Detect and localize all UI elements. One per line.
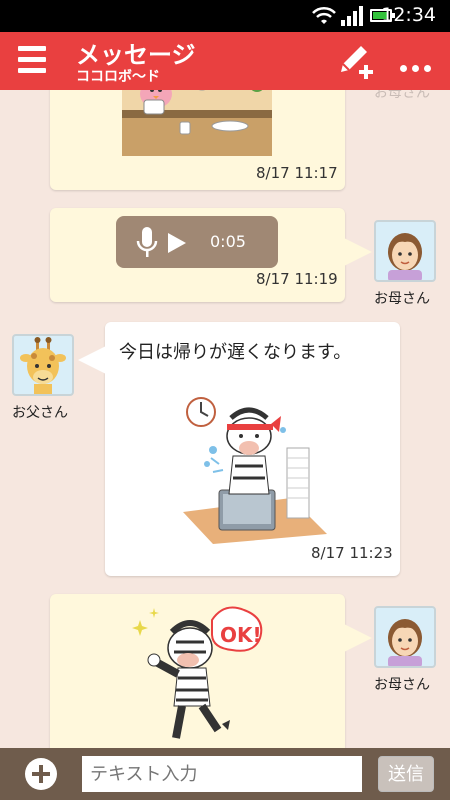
- page-title: メッセージ: [76, 41, 196, 69]
- send-button[interactable]: 送信: [378, 756, 434, 792]
- message-bubble[interactable]: 0:05 8/17 11:19: [50, 208, 345, 302]
- microphone-icon: [136, 227, 158, 257]
- play-icon[interactable]: [166, 231, 188, 255]
- mother-avatar-icon: [388, 619, 422, 666]
- ok-zebra-stamp: OK!: [132, 606, 263, 739]
- signal-icon: [341, 6, 363, 26]
- bubble-tail: [344, 624, 372, 652]
- message-time: 8/17 11:23: [311, 544, 393, 562]
- cafe-illustration: [122, 90, 272, 156]
- avatar-name: お父さん: [12, 405, 68, 421]
- voice-duration: 0:05: [210, 232, 246, 251]
- add-attachment-icon[interactable]: [25, 758, 57, 790]
- bubble-tail: [344, 238, 372, 266]
- chat-area[interactable]: お母さん 8/17 11:17 0:05 8/17 11:19 お母さん 今日は…: [0, 90, 450, 748]
- avatar[interactable]: [12, 334, 74, 396]
- mother-avatar-icon: [388, 233, 422, 280]
- message-bubble[interactable]: 8/17 11:17: [50, 90, 345, 190]
- busy-zebra-stamp: [183, 397, 327, 544]
- status-bar: 12:34: [0, 0, 450, 32]
- message-time: 8/17 11:19: [256, 270, 338, 288]
- clock: 12:34: [381, 4, 436, 26]
- more-options-icon[interactable]: [400, 57, 436, 72]
- wifi-icon: [312, 6, 336, 24]
- avatar[interactable]: [374, 220, 436, 282]
- avatar[interactable]: [374, 606, 436, 668]
- stamp-text: OK!: [220, 623, 262, 647]
- voice-message-player[interactable]: 0:05: [116, 216, 278, 268]
- message-text: 今日は帰りが遅くなります。: [119, 342, 352, 363]
- input-bar: 送信: [0, 748, 450, 800]
- menu-icon[interactable]: [18, 46, 46, 76]
- avatar-name: お母さん: [374, 291, 430, 307]
- message-time: 8/17 11:17: [256, 164, 338, 182]
- father-giraffe-avatar-icon: [20, 337, 66, 394]
- message-input[interactable]: [82, 756, 362, 792]
- avatar-name: お母さん: [374, 90, 430, 101]
- page-subtitle: ココロボ～ド: [76, 69, 160, 85]
- bubble-tail: [78, 346, 106, 374]
- message-bubble[interactable]: OK!: [50, 594, 345, 748]
- avatar-name: お母さん: [374, 677, 430, 693]
- compose-icon[interactable]: [335, 40, 377, 82]
- app-bar: メッセージ ココロボ～ド: [0, 32, 450, 90]
- message-bubble[interactable]: 今日は帰りが遅くなります。 8/17 11:23: [105, 322, 400, 576]
